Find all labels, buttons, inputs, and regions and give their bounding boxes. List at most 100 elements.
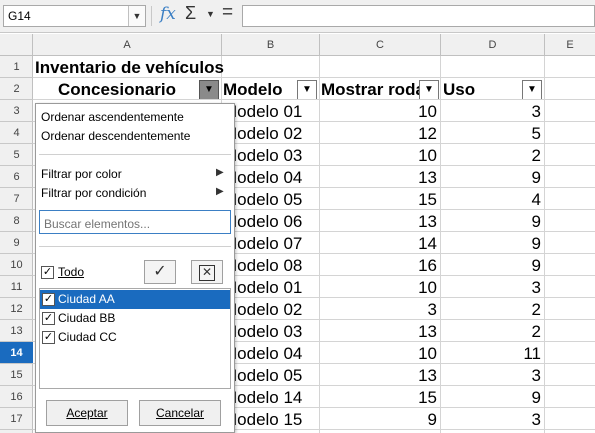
cell-mostrar-rodaje[interactable]: 9: [321, 408, 437, 430]
filter-list-item[interactable]: ✓ Ciudad CC: [40, 328, 230, 347]
cell-mostrar-rodaje[interactable]: 15: [321, 188, 437, 210]
cell-uso[interactable]: 9: [442, 210, 541, 232]
item-checkbox[interactable]: ✓: [42, 293, 55, 306]
filter-list-item[interactable]: ✓ Ciudad BB: [40, 309, 230, 328]
cell-uso[interactable]: 3: [442, 364, 541, 386]
cell-modelo[interactable]: Modelo 03: [223, 320, 317, 342]
cell-modelo[interactable]: Modelo 01: [223, 100, 317, 122]
autofilter-button-a[interactable]: ▼: [199, 80, 219, 100]
ok-button[interactable]: Aceptar: [46, 400, 128, 426]
header-concesionario[interactable]: Concesionario: [33, 78, 201, 100]
cell-modelo[interactable]: Modelo 05: [223, 364, 317, 386]
cell-mostrar-rodaje[interactable]: 13: [321, 166, 437, 188]
menu-sort-descending[interactable]: Ordenar descendentemente: [41, 129, 190, 143]
row-header[interactable]: 12: [0, 298, 33, 320]
cell-modelo[interactable]: Modelo 05: [223, 188, 317, 210]
row-header[interactable]: 15: [0, 364, 33, 386]
row-header[interactable]: 2: [0, 78, 33, 100]
cell-mostrar-rodaje[interactable]: 16: [321, 254, 437, 276]
select-all-corner[interactable]: [0, 34, 33, 56]
header-mostrar-rodaje[interactable]: Mostrar rodaje: [321, 78, 419, 100]
cell-modelo[interactable]: Modelo 14: [223, 386, 317, 408]
row-header[interactable]: 11: [0, 276, 33, 298]
cell-modelo[interactable]: Modelo 15: [223, 408, 317, 430]
row-header[interactable]: 1: [0, 56, 33, 78]
name-box[interactable]: G14: [3, 5, 146, 27]
filter-list-item[interactable]: ✓ Ciudad AA: [40, 290, 230, 309]
cell-uso[interactable]: 2: [442, 144, 541, 166]
cell-uso[interactable]: 9: [442, 386, 541, 408]
cell-mostrar-rodaje[interactable]: 10: [321, 144, 437, 166]
chevron-down-icon[interactable]: ▼: [128, 6, 145, 26]
autofilter-button-b[interactable]: ▼: [297, 80, 317, 100]
cell-modelo[interactable]: Modelo 08: [223, 254, 317, 276]
filter-values-list[interactable]: ✓ Ciudad AA ✓ Ciudad BB ✓ Ciudad CC: [39, 288, 231, 389]
cell-mostrar-rodaje[interactable]: 15: [321, 386, 437, 408]
column-header-a[interactable]: A: [33, 34, 222, 56]
row-header[interactable]: 7: [0, 188, 33, 210]
row-header[interactable]: 13: [0, 320, 33, 342]
header-uso[interactable]: Uso: [443, 78, 513, 100]
title-cell[interactable]: Inventario de vehículos: [35, 56, 235, 78]
sum-dropdown-icon[interactable]: ▼: [206, 9, 215, 19]
cell-mostrar-rodaje[interactable]: 14: [321, 232, 437, 254]
function-wizard-icon[interactable]: fx: [160, 4, 176, 24]
cell-modelo[interactable]: Modelo 07: [223, 232, 317, 254]
item-checkbox[interactable]: ✓: [42, 312, 55, 325]
row-header[interactable]: 14: [0, 342, 33, 364]
cell-uso[interactable]: 3: [442, 100, 541, 122]
autofilter-button-c[interactable]: ▼: [419, 80, 439, 100]
item-checkbox[interactable]: ✓: [42, 331, 55, 344]
select-all-checkbox[interactable]: ✓: [41, 266, 54, 279]
cell-mostrar-rodaje[interactable]: 10: [321, 276, 437, 298]
cell-modelo[interactable]: Modelo 06: [223, 210, 317, 232]
cell-uso[interactable]: 9: [442, 166, 541, 188]
uncheck-all-button[interactable]: ✕: [191, 260, 223, 284]
menu-filter-by-color[interactable]: Filtrar por color: [41, 167, 122, 181]
cell-uso[interactable]: 4: [442, 188, 541, 210]
cell-modelo[interactable]: Modelo 04: [223, 166, 317, 188]
cell-mostrar-rodaje[interactable]: 10: [321, 342, 437, 364]
cell-uso[interactable]: 9: [442, 254, 541, 276]
cell-mostrar-rodaje[interactable]: 13: [321, 364, 437, 386]
row-header[interactable]: 17: [0, 408, 33, 430]
formula-input[interactable]: [242, 5, 595, 27]
cell-modelo[interactable]: Modelo 01: [223, 276, 317, 298]
row-header[interactable]: 10: [0, 254, 33, 276]
cell-modelo[interactable]: Modelo 02: [223, 122, 317, 144]
header-modelo[interactable]: Modelo: [223, 78, 295, 100]
cell-mostrar-rodaje[interactable]: 10: [321, 100, 437, 122]
cell-uso[interactable]: 9: [442, 232, 541, 254]
menu-filter-by-condition[interactable]: Filtrar por condición: [41, 186, 146, 200]
sum-icon[interactable]: Σ: [185, 3, 196, 24]
cell-mostrar-rodaje[interactable]: 13: [321, 320, 437, 342]
row-header[interactable]: 8: [0, 210, 33, 232]
row-header[interactable]: 3: [0, 100, 33, 122]
cell-modelo[interactable]: Modelo 03: [223, 144, 317, 166]
cell-mostrar-rodaje[interactable]: 3: [321, 298, 437, 320]
column-header-c[interactable]: C: [320, 34, 441, 56]
row-header[interactable]: 9: [0, 232, 33, 254]
search-input[interactable]: [39, 210, 231, 234]
cell-uso[interactable]: 3: [442, 408, 541, 430]
cell-modelo[interactable]: Modelo 02: [223, 298, 317, 320]
column-header-e[interactable]: E: [545, 34, 595, 56]
cell-uso[interactable]: 2: [442, 320, 541, 342]
cell-mostrar-rodaje[interactable]: 12: [321, 122, 437, 144]
cell-mostrar-rodaje[interactable]: 13: [321, 210, 437, 232]
column-header-d[interactable]: D: [441, 34, 545, 56]
cell-modelo[interactable]: Modelo 04: [223, 342, 317, 364]
autofilter-button-d[interactable]: ▼: [522, 80, 542, 100]
row-header[interactable]: 16: [0, 386, 33, 408]
cell-uso[interactable]: 11: [442, 342, 541, 364]
cancel-button[interactable]: Cancelar: [139, 400, 221, 426]
row-header[interactable]: 6: [0, 166, 33, 188]
cell-uso[interactable]: 2: [442, 298, 541, 320]
cell-uso[interactable]: 5: [442, 122, 541, 144]
check-all-button[interactable]: ✓: [144, 260, 176, 284]
column-header-b[interactable]: B: [222, 34, 320, 56]
formula-icon[interactable]: =: [222, 2, 233, 24]
menu-sort-ascending[interactable]: Ordenar ascendentemente: [41, 110, 184, 124]
cell-uso[interactable]: 3: [442, 276, 541, 298]
row-header[interactable]: 5: [0, 144, 33, 166]
